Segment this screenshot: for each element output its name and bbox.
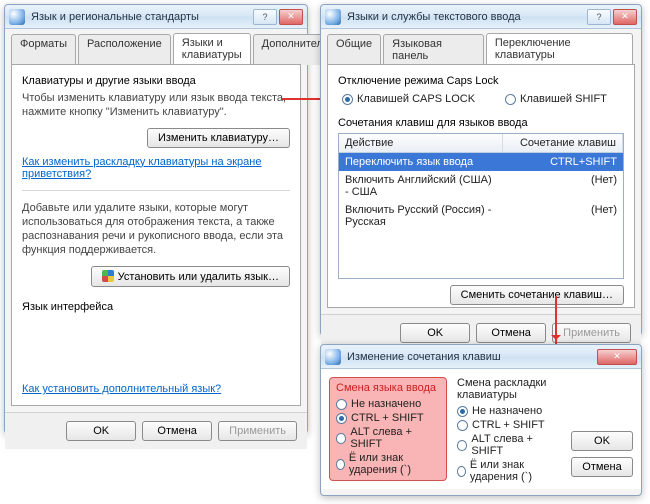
tab-keyboards[interactable]: Языки и клавиатуры bbox=[173, 33, 251, 64]
capslock-option-caps[interactable]: Клавишей CAPS LOCK bbox=[342, 93, 475, 105]
radio-label: Не назначено bbox=[351, 398, 421, 410]
ok-button[interactable]: OK bbox=[400, 323, 470, 343]
group-header: Смена языка ввода bbox=[336, 382, 440, 394]
tabstrip: Форматы Расположение Языки и клавиатуры … bbox=[5, 29, 307, 64]
col-action: Действие bbox=[339, 134, 503, 152]
radio-label: Клавишей CAPS LOCK bbox=[357, 93, 475, 105]
keyboard-icon bbox=[325, 9, 341, 25]
layout-group: Смена раскладки клавиатуры Не назначено … bbox=[457, 377, 561, 481]
apply-button[interactable]: Применить bbox=[218, 421, 297, 441]
globe-icon bbox=[9, 9, 25, 25]
help-button[interactable]: ? bbox=[587, 9, 611, 25]
keyboard-icon bbox=[325, 349, 341, 365]
tabstrip: Общие Языковая панель Переключение клави… bbox=[321, 29, 641, 64]
close-button[interactable]: ✕ bbox=[597, 349, 637, 365]
shield-icon bbox=[102, 270, 114, 282]
window-title: Изменение сочетания клавиш bbox=[347, 351, 597, 363]
radio-label: CTRL + SHIFT bbox=[351, 412, 424, 424]
radio-icon bbox=[336, 413, 347, 424]
close-button[interactable]: ✕ bbox=[279, 9, 303, 25]
radio-label: Ё или знак ударения (`) bbox=[349, 452, 440, 476]
button-column: OK Отмена bbox=[571, 377, 633, 481]
tab-switch[interactable]: Переключение клавиатуры bbox=[486, 33, 633, 64]
opt-grave[interactable]: Ё или знак ударения (`) bbox=[457, 459, 561, 483]
ok-button[interactable]: OK bbox=[66, 421, 136, 441]
close-button[interactable]: ✕ bbox=[613, 9, 637, 25]
radio-icon bbox=[336, 399, 347, 410]
radio-label: Ё или знак ударения (`) bbox=[470, 459, 561, 483]
dialog-footer: OK Отмена Применить bbox=[5, 412, 307, 449]
cancel-button[interactable]: Отмена bbox=[476, 323, 546, 343]
separator bbox=[22, 190, 290, 191]
opt-alt-shift[interactable]: ALT слева + SHIFT bbox=[336, 426, 440, 450]
change-hotkey-window: Изменение сочетания клавиш ✕ Смена языка… bbox=[320, 344, 642, 496]
tab-general[interactable]: Общие bbox=[327, 34, 381, 65]
display-lang-desc: Добавьте или удалите языки, которые могу… bbox=[22, 201, 290, 258]
change-hotkey-button[interactable]: Сменить сочетание клавиш… bbox=[450, 285, 624, 305]
input-language-group: Смена языка ввода Не назначено CTRL + SH… bbox=[329, 377, 447, 481]
ok-button[interactable]: OK bbox=[571, 431, 633, 451]
capslock-option-shift[interactable]: Клавишей SHIFT bbox=[505, 93, 607, 105]
titlebar[interactable]: Языки и службы текстового ввода ? ✕ bbox=[321, 5, 641, 29]
opt-none[interactable]: Не назначено bbox=[457, 405, 561, 417]
opt-ctrl-shift[interactable]: CTRL + SHIFT bbox=[457, 419, 561, 431]
opt-grave[interactable]: Ё или знак ударения (`) bbox=[336, 452, 440, 476]
titlebar[interactable]: Изменение сочетания клавиш ✕ bbox=[321, 345, 641, 369]
cell-combo: (Нет) bbox=[503, 203, 623, 229]
radio-label: ALT слева + SHIFT bbox=[350, 426, 440, 450]
radio-label: Клавишей SHIFT bbox=[520, 93, 607, 105]
ui-lang-title: Язык интерфейса bbox=[22, 301, 290, 313]
radio-label: CTRL + SHIFT bbox=[472, 419, 545, 431]
kb-section-desc: Чтобы изменить клавиатуру или язык ввода… bbox=[22, 91, 290, 120]
arrow-down-1 bbox=[555, 296, 557, 344]
hotkey-group: Сочетания клавиш для языков ввода bbox=[338, 117, 624, 129]
install-language-button[interactable]: Установить или удалить язык… bbox=[91, 266, 290, 287]
tab-formats[interactable]: Форматы bbox=[11, 34, 76, 65]
change-keyboard-button[interactable]: Изменить клавиатуру… bbox=[147, 128, 290, 148]
radio-icon bbox=[457, 466, 466, 477]
region-language-window: Язык и региональные стандарты ? ✕ Формат… bbox=[4, 4, 308, 434]
cell-combo: (Нет) bbox=[503, 173, 623, 199]
list-header: Действие Сочетание клавиш bbox=[339, 134, 623, 153]
list-row[interactable]: Переключить язык ввода CTRL+SHIFT bbox=[339, 153, 623, 171]
opt-alt-shift[interactable]: ALT слева + SHIFT bbox=[457, 433, 561, 457]
extra-lang-link[interactable]: Как установить дополнительный язык? bbox=[22, 383, 221, 395]
radio-icon bbox=[336, 459, 345, 470]
tab-location[interactable]: Расположение bbox=[78, 34, 171, 65]
list-row[interactable]: Включить Английский (США) - США (Нет) bbox=[339, 171, 623, 201]
tab-body: Отключение режима Caps Lock Клавишей CAP… bbox=[327, 64, 635, 308]
cell-action: Включить Английский (США) - США bbox=[339, 173, 503, 199]
radio-icon bbox=[505, 94, 516, 105]
welcome-layout-link[interactable]: Как изменить раскладку клавиатуры на экр… bbox=[22, 156, 261, 180]
opt-ctrl-shift[interactable]: CTRL + SHIFT bbox=[336, 412, 440, 424]
radio-icon bbox=[457, 420, 468, 431]
cancel-button[interactable]: Отмена bbox=[571, 457, 633, 477]
window-title: Язык и региональные стандарты bbox=[31, 11, 253, 23]
radio-label: Не назначено bbox=[472, 405, 542, 417]
cell-action: Включить Русский (Россия) - Русская bbox=[339, 203, 503, 229]
radio-icon bbox=[457, 440, 467, 451]
radio-label: ALT слева + SHIFT bbox=[471, 433, 561, 457]
cell-combo: CTRL+SHIFT bbox=[503, 155, 623, 169]
radio-icon bbox=[457, 406, 468, 417]
radio-icon bbox=[342, 94, 353, 105]
capslock-group: Отключение режима Caps Lock bbox=[338, 75, 624, 87]
window-title: Языки и службы текстового ввода bbox=[347, 11, 587, 23]
install-language-label: Установить или удалить язык… bbox=[118, 271, 279, 283]
group-header: Смена раскладки клавиатуры bbox=[457, 377, 561, 401]
titlebar[interactable]: Язык и региональные стандарты ? ✕ bbox=[5, 5, 307, 29]
text-services-window: Языки и службы текстового ввода ? ✕ Общи… bbox=[320, 4, 642, 336]
kb-section-title: Клавиатуры и другие языки ввода bbox=[22, 75, 290, 87]
opt-none[interactable]: Не назначено bbox=[336, 398, 440, 410]
cancel-button[interactable]: Отмена bbox=[142, 421, 212, 441]
col-combo: Сочетание клавиш bbox=[503, 134, 623, 152]
apply-button[interactable]: Применить bbox=[552, 323, 631, 343]
cell-action: Переключить язык ввода bbox=[339, 155, 503, 169]
help-button[interactable]: ? bbox=[253, 9, 277, 25]
tab-body: Клавиатуры и другие языки ввода Чтобы из… bbox=[11, 64, 301, 406]
list-row[interactable]: Включить Русский (Россия) - Русская (Нет… bbox=[339, 201, 623, 231]
hotkey-list[interactable]: Действие Сочетание клавиш Переключить яз… bbox=[338, 133, 624, 279]
radio-icon bbox=[336, 433, 346, 444]
tab-langbar[interactable]: Языковая панель bbox=[383, 34, 484, 65]
